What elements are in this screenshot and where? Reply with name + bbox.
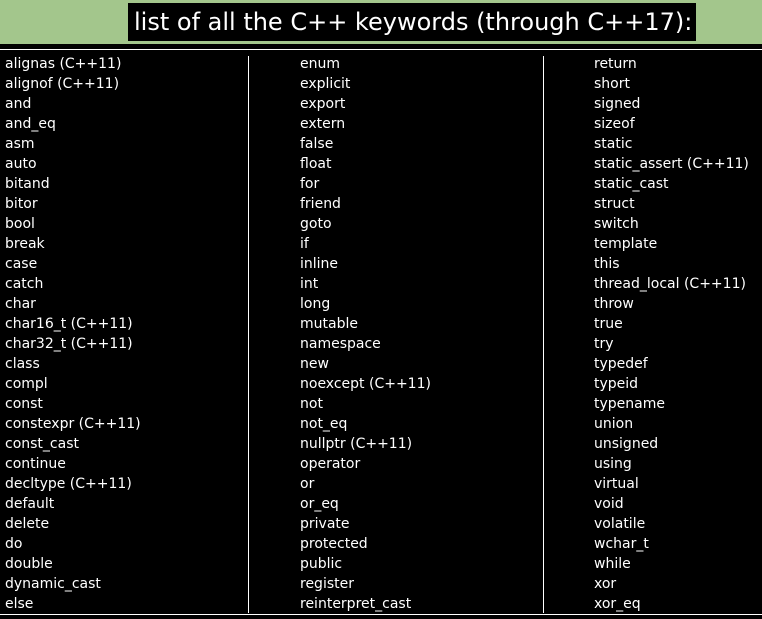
keyword-item: void [594, 496, 624, 512]
keyword-item: reinterpret_cast [300, 596, 412, 612]
keyword-item: short [594, 76, 630, 92]
keyword-item: if [300, 236, 309, 252]
keyword-column-2: enum explicit export extern false float for fri… [300, 54, 431, 614]
keyword-item: else [5, 596, 34, 612]
keyword-item: switch [594, 216, 639, 232]
keyword-item: extern [300, 116, 346, 132]
keyword-item: typename [594, 396, 665, 412]
keyword-item: dynamic_cast [5, 576, 101, 592]
keywords-panel: alignas (C++11) alignof (C++11) and and_eqa… [0, 44, 762, 619]
keyword-item: export [300, 96, 346, 112]
keyword-item: using [594, 456, 632, 472]
keyword-item: inline [300, 256, 339, 272]
keyword-item: throw [594, 296, 634, 312]
keyword-item: class [5, 356, 40, 372]
keyword-item: catch [5, 276, 44, 292]
bottom-divider [0, 614, 762, 615]
keyword-item: enum [300, 56, 340, 72]
keyword-item: bool [5, 216, 35, 232]
keyword-item: for [300, 176, 320, 192]
keyword-item: false [300, 136, 334, 152]
column-divider-2 [543, 56, 544, 613]
keyword-item: operator [300, 456, 361, 472]
keyword-item: int [300, 276, 319, 292]
keyword-item: while [594, 556, 631, 572]
keyword-column-1: alignas (C++11) alignof (C++11) and and_eqa… [5, 54, 141, 614]
keyword-item: private [300, 516, 350, 532]
top-divider [0, 49, 762, 50]
keyword-item: struct [594, 196, 635, 212]
keyword-item: const_cast [5, 436, 79, 452]
keyword-item: try [594, 336, 614, 352]
keyword-item: friend [300, 196, 341, 212]
keyword-item: char16_t (C++11) [5, 316, 133, 332]
keyword-item: new [300, 356, 329, 372]
keyword-item: float [300, 156, 332, 172]
keyword-item: xor_eq [594, 596, 641, 612]
keyword-item: noexcept (C++11) [300, 376, 431, 392]
keyword-item: union [594, 416, 634, 432]
keyword-item: or [300, 476, 315, 492]
keyword-item: explicit [300, 76, 351, 92]
page-title: list of all the C++ keywords (through C+… [128, 3, 697, 41]
keyword-item: not_eq [300, 416, 348, 432]
keyword-item: continue [5, 456, 66, 472]
keyword-item: not [300, 396, 323, 412]
keyword-item: break [5, 236, 45, 252]
keyword-item: delete [5, 516, 50, 532]
keyword-item: typeid [594, 376, 639, 392]
keyword-item: mutable [300, 316, 358, 332]
keyword-item: public [300, 556, 343, 572]
keyword-item: asm [5, 136, 35, 152]
keyword-item: default [5, 496, 55, 512]
keyword-item: do [5, 536, 23, 552]
keyword-item: unsigned [594, 436, 659, 452]
keyword-item: const [5, 396, 43, 412]
keyword-item: true [594, 316, 623, 332]
keyword-item: double [5, 556, 53, 572]
keyword-item: namespace [300, 336, 381, 352]
keyword-item: typedef [594, 356, 648, 372]
keyword-item: xor [594, 576, 617, 592]
keyword-item: register [300, 576, 354, 592]
keyword-item: case [5, 256, 38, 272]
keyword-item: wchar_t [594, 536, 649, 552]
keyword-item: char32_t (C++11) [5, 336, 133, 352]
keyword-item: nullptr (C++11) [300, 436, 413, 452]
keyword-item: static_cast [594, 176, 669, 192]
keyword-item: virtual [594, 476, 639, 492]
keyword-item: return [594, 56, 637, 72]
keyword-item: thread_local (C++11) [594, 276, 746, 292]
keyword-item: decltype (C++11) [5, 476, 132, 492]
keyword-item: volatile [594, 516, 646, 532]
keyword-item: constexpr (C++11) [5, 416, 141, 432]
keyword-item: static [594, 136, 633, 152]
keyword-item: or_eq [300, 496, 339, 512]
keyword-item: this [594, 256, 620, 272]
keyword-item: sizeof [594, 116, 635, 132]
keyword-item: auto [5, 156, 37, 172]
keyword-item: long [300, 296, 331, 312]
keyword-item: signed [594, 96, 641, 112]
keyword-item: alignas (C++11) [5, 56, 122, 72]
keyword-item: goto [300, 216, 332, 232]
keyword-item: bitand [5, 176, 50, 192]
keyword-item: protected [300, 536, 368, 552]
keyword-item: char [5, 296, 36, 312]
column-divider-1 [248, 56, 249, 613]
header-bar: list of all the C++ keywords (through C+… [0, 0, 762, 44]
keyword-item: compl [5, 376, 48, 392]
keyword-column-3: return short signed sizeof static static_asse… [594, 54, 749, 614]
keyword-item: template [594, 236, 658, 252]
keyword-item: and_eq [5, 116, 56, 132]
keyword-item: bitor [5, 196, 38, 212]
keyword-item: static_assert (C++11) [594, 156, 749, 172]
keyword-item: alignof (C++11) [5, 76, 120, 92]
keyword-item: and [5, 96, 32, 112]
